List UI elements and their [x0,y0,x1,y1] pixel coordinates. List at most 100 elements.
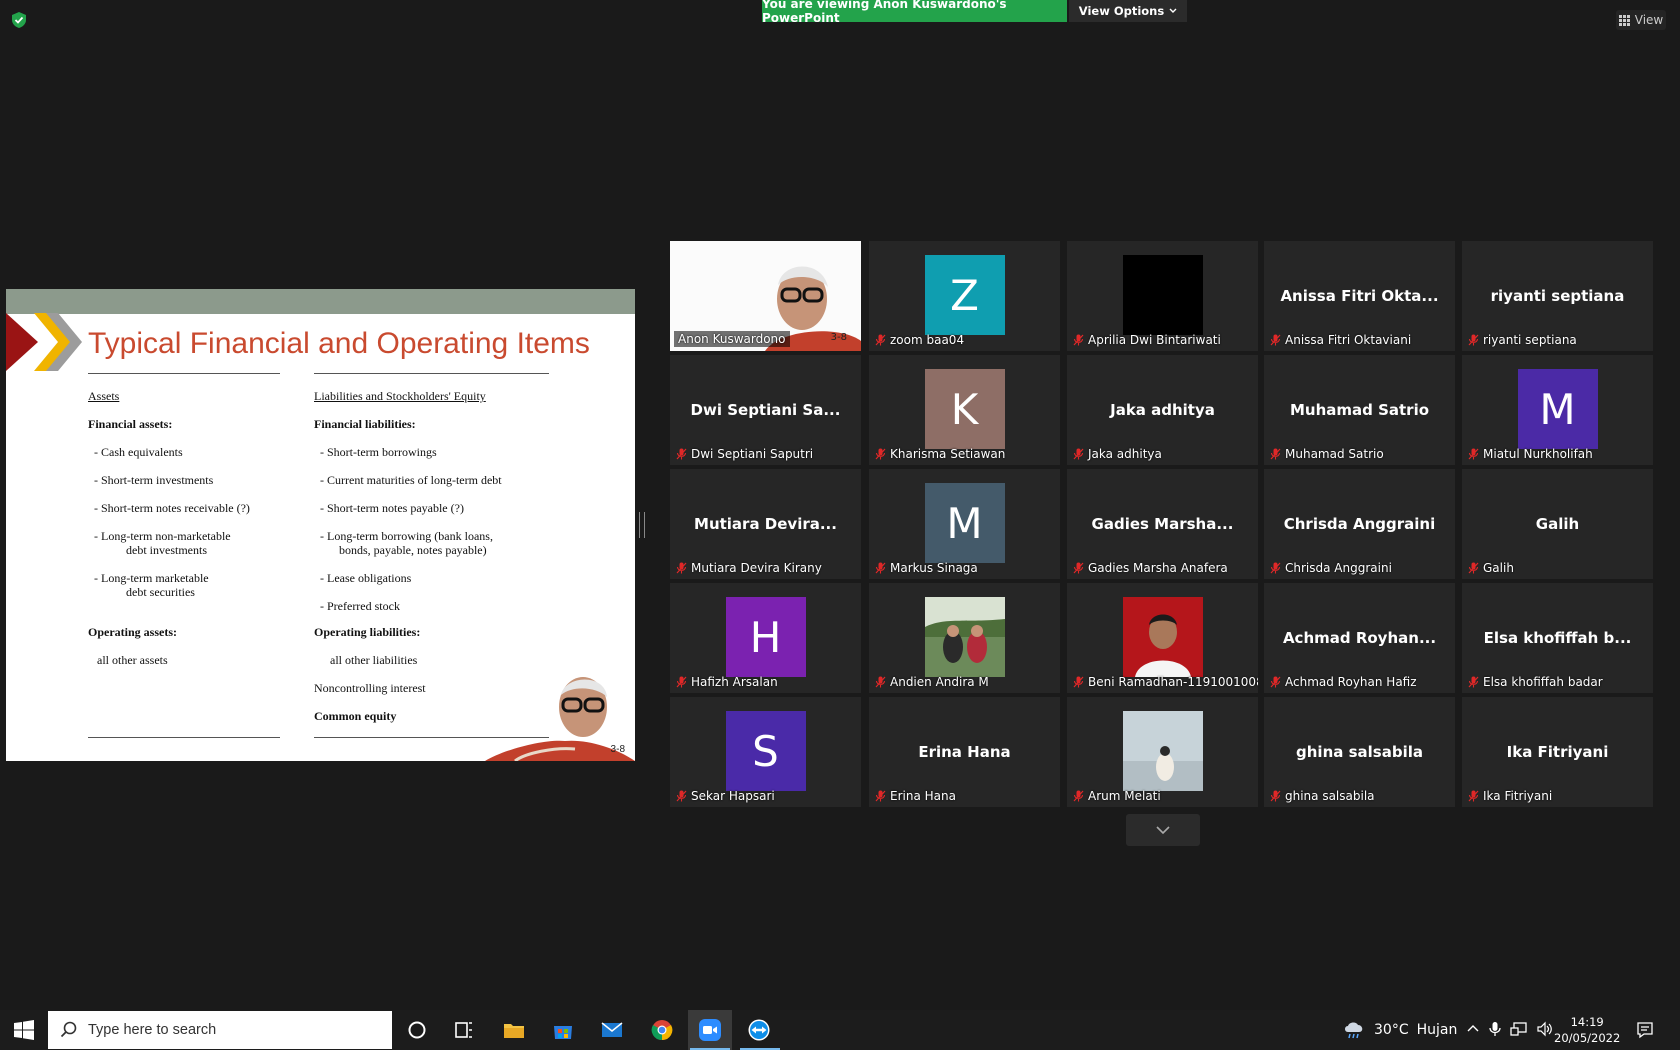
teamviewer-icon[interactable] [747,1018,771,1042]
windows-start-icon[interactable] [14,1020,34,1040]
participant-tile[interactable]: Beni Ramadhan-1191001008 [1067,583,1258,693]
liability-item: - Lease obligations [320,571,412,585]
zoom-icon[interactable] [698,1018,722,1042]
participant-avatar: S [725,711,806,791]
muted-mic-icon [676,448,687,460]
task-view-icon[interactable] [452,1018,476,1042]
slide-number-overlay: 3-8 [830,332,847,343]
muted-mic-icon [1073,790,1084,802]
participant-tile[interactable]: Dwi Septiani Sa... Dwi Septiani Saputri [670,355,861,465]
participant-name-label: Andien Andira M [875,675,989,689]
participant-tile[interactable]: Ika Fitriyani Ika Fitriyani [1462,697,1653,807]
participant-name-label: Galih [1468,561,1514,575]
asset-item: - Long-term marketable [94,571,209,585]
next-page-button[interactable] [1126,814,1200,846]
chevron-up-icon[interactable] [1466,1022,1480,1036]
muted-mic-icon [1073,676,1084,688]
rain-cloud-icon [1345,1022,1363,1039]
participant-display-name: Dwi Septiani Sa... [690,401,841,419]
participant-tile[interactable]: H Hafizh Arsalan [670,583,861,693]
chevron-down-icon [1156,825,1170,834]
muted-mic-icon [1270,790,1281,802]
participant-avatar: M [924,483,1005,563]
clock-time: 14:19 [1570,1015,1604,1029]
search-icon [60,1021,77,1038]
participant-tile[interactable]: ghina salsabila ghina salsabila [1264,697,1455,807]
participant-tile[interactable]: Zzoom baa04 [869,241,1060,351]
weather-condition: Hujan [1416,1022,1458,1038]
mail-icon[interactable] [600,1018,624,1042]
participant-tile[interactable]: riyanti septiana riyanti septiana [1462,241,1653,351]
security-shield-icon[interactable] [10,11,28,29]
viewing-banner: You are viewing Anon Kuswardono's PowerP… [762,0,1067,25]
volume-icon[interactable] [1536,1021,1554,1037]
windows-taskbar: Type here to search 30°C Hujan 14:19 20/… [0,1010,1680,1050]
participant-tile[interactable]: Andien Andira M [869,583,1060,693]
participant-tile[interactable]: Elsa khofiffah b... Elsa khofiffah badar [1462,583,1653,693]
muted-mic-icon [875,334,886,346]
taskbar-search-box[interactable]: Type here to search [48,1011,392,1049]
liability-item: - Short-term notes payable (?) [320,501,464,515]
participant-tile[interactable]: Erina Hana Erina Hana [869,697,1060,807]
asset-item: - Short-term notes receivable (?) [94,501,250,515]
participant-tile[interactable]: Mutiara Devira... Mutiara Devira Kirany [670,469,861,579]
liability-item: - Preferred stock [320,599,400,613]
asset-item: - Cash equivalents [94,445,183,459]
asset-item: - Short-term investments [94,473,214,487]
view-layout-button[interactable]: View [1616,10,1666,30]
participant-tile[interactable]: Arum Melati [1067,697,1258,807]
participant-tile[interactable]: M Miatul Nurkholifah [1462,355,1653,465]
participant-display-name: Mutiara Devira... [694,515,837,533]
weather-widget[interactable]: 30°C Hujan [1342,1020,1457,1040]
network-icon[interactable] [1510,1021,1528,1037]
taskbar-clock[interactable]: 14:19 20/05/2022 [1554,1014,1620,1046]
asset-item: all other assets [97,653,168,667]
muted-mic-icon [1073,562,1084,574]
chrome-icon[interactable] [650,1018,674,1042]
participant-display-name: Galih [1535,515,1580,533]
participant-tile[interactable]: K Kharisma Setiawan [869,355,1060,465]
file-explorer-icon[interactable] [502,1018,526,1042]
search-placeholder: Type here to search [88,1022,217,1038]
assets-header: Assets [88,389,120,403]
participant-tile[interactable]: Galih Galih [1462,469,1653,579]
split-resize-handle[interactable] [639,512,645,538]
financial-liabilities-header: Financial liabilities: [314,417,416,431]
participant-tile[interactable]: Chrisda Anggraini Chrisda Anggraini [1264,469,1455,579]
system-tray [1466,1021,1554,1037]
operating-assets-header: Operating assets: [88,625,177,639]
muted-mic-icon [1073,334,1084,346]
cortana-icon[interactable] [405,1018,429,1042]
microphone-icon[interactable] [1488,1021,1502,1037]
view-options-button[interactable]: View Options [1069,0,1187,22]
slide-number: 3-8 [610,744,625,755]
participant-tile[interactable]: Muhamad Satrio Muhamad Satrio [1264,355,1455,465]
liability-item: bonds, payable, notes payable) [339,543,487,557]
participant-tile[interactable]: Aprilia Dwi Bintariwati [1067,241,1258,351]
muted-mic-icon [875,448,886,460]
participant-tile[interactable]: Jaka adhitya Jaka adhitya [1067,355,1258,465]
participant-name-label: Achmad Royhan Hafiz [1270,675,1417,689]
participant-display-name: ghina salsabila [1296,743,1423,761]
participant-tile[interactable]: M Markus Sinaga [869,469,1060,579]
participant-tile[interactable]: 3-8 Anon Kuswardono [670,241,861,351]
view-label: View [1634,13,1664,27]
participant-display-name: Gadies Marsha... [1091,515,1234,533]
participant-tile[interactable]: Anissa Fitri Okta... Anissa Fitri Oktavia… [1264,241,1455,351]
muted-mic-icon [1468,334,1479,346]
muted-mic-icon [1468,676,1479,688]
microsoft-store-icon[interactable] [551,1018,575,1042]
participant-photo [1122,711,1203,791]
participant-name-label: Erina Hana [875,789,956,803]
participant-name-label: Jaka adhitya [1073,447,1162,461]
participant-tile[interactable]: Achmad Royhan... Achmad Royhan Hafiz [1264,583,1455,693]
participant-name-label: Kharisma Setiawan [875,447,1005,461]
participant-name-label: Muhamad Satrio [1270,447,1384,461]
notification-icon[interactable] [1636,1021,1654,1039]
participant-avatar: H [725,597,806,677]
operating-liabilities-header: Operating liabilities: [314,625,421,639]
participant-tile[interactable]: Gadies Marsha... Gadies Marsha Anafera [1067,469,1258,579]
liability-item: - Current maturities of long-term debt [320,473,502,487]
participant-tile[interactable]: S Sekar Hapsari [670,697,861,807]
muted-mic-icon [875,676,886,688]
